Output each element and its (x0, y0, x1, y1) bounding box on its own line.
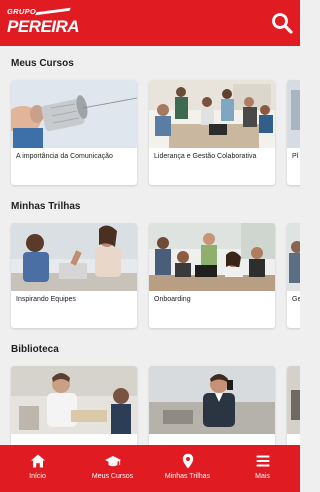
nav-item-label: Início (29, 473, 46, 480)
trail-carousel[interactable]: Inspirando Equipes Onboarding Ge (11, 223, 300, 328)
section-title: Meus Cursos (11, 58, 74, 69)
menu-icon (256, 455, 269, 467)
trail-card-title: Inspirando Equipes (16, 296, 76, 303)
search-icon (272, 13, 293, 34)
course-thumbnail-communication (11, 80, 137, 148)
nav-item-meus-cursos[interactable]: Meus Cursos (75, 445, 150, 492)
home-content[interactable]: Meus Cursos A importância da Comunicação (0, 46, 300, 445)
library-thumbnail (11, 366, 137, 434)
trail-card-title: Ge (292, 296, 300, 303)
library-carousel[interactable] (11, 366, 300, 445)
course-thumbnail-planning (287, 80, 300, 148)
app-header: GRUPO PEREIRA (0, 0, 300, 46)
logo-slash (35, 7, 71, 16)
course-card[interactable]: A importância da Comunicação (11, 80, 137, 185)
trail-card-title: Onboarding (154, 296, 191, 303)
section-title: Biblioteca (11, 344, 59, 355)
section-title: Minhas Trilhas (11, 201, 81, 212)
course-card[interactable]: Liderança e Gestão Colaborativa (149, 80, 275, 185)
trail-card[interactable]: Ge (287, 223, 300, 328)
course-card[interactable]: Pl (287, 80, 300, 185)
trail-thumbnail-onboarding (149, 223, 275, 291)
library-card[interactable] (11, 366, 137, 445)
trail-card[interactable]: Inspirando Equipes (11, 223, 137, 328)
search-button[interactable] (270, 11, 294, 35)
home-icon (30, 454, 45, 468)
grupo-pereira-logo: GRUPO PEREIRA (7, 7, 80, 39)
course-thumbnail-leadership (149, 80, 275, 148)
trail-thumbnail-management (287, 223, 300, 291)
nav-item-label: Mais (255, 473, 270, 480)
nav-item-mais[interactable]: Mais (225, 445, 300, 492)
course-carousel[interactable]: A importância da Comunicação Liderança e… (11, 80, 300, 185)
map-pin-icon (182, 453, 193, 469)
nav-item-inicio[interactable]: Início (0, 445, 75, 492)
library-thumbnail (149, 366, 275, 434)
logo-main-text: PEREIRA (7, 17, 80, 36)
library-card[interactable] (149, 366, 275, 445)
nav-item-minhas-trilhas[interactable]: Minhas Trilhas (150, 445, 225, 492)
trail-card[interactable]: Onboarding (149, 223, 275, 328)
nav-item-label: Meus Cursos (91, 473, 134, 480)
course-card-title: Pl (292, 153, 299, 160)
library-card[interactable] (287, 366, 300, 445)
graduation-cap-icon (104, 456, 121, 467)
course-card-title: Liderança e Gestão Colaborativa (154, 153, 257, 160)
course-card-title: A importância da Comunicação (16, 153, 113, 160)
nav-item-label: Minhas Trilhas (164, 473, 211, 480)
trail-thumbnail-inspiring-teams (11, 223, 137, 291)
logo-top-text: GRUPO (7, 7, 37, 16)
bottom-navigation: Início Meus Cursos Minhas Trilhas Mais (0, 445, 300, 492)
library-thumbnail (287, 366, 300, 434)
